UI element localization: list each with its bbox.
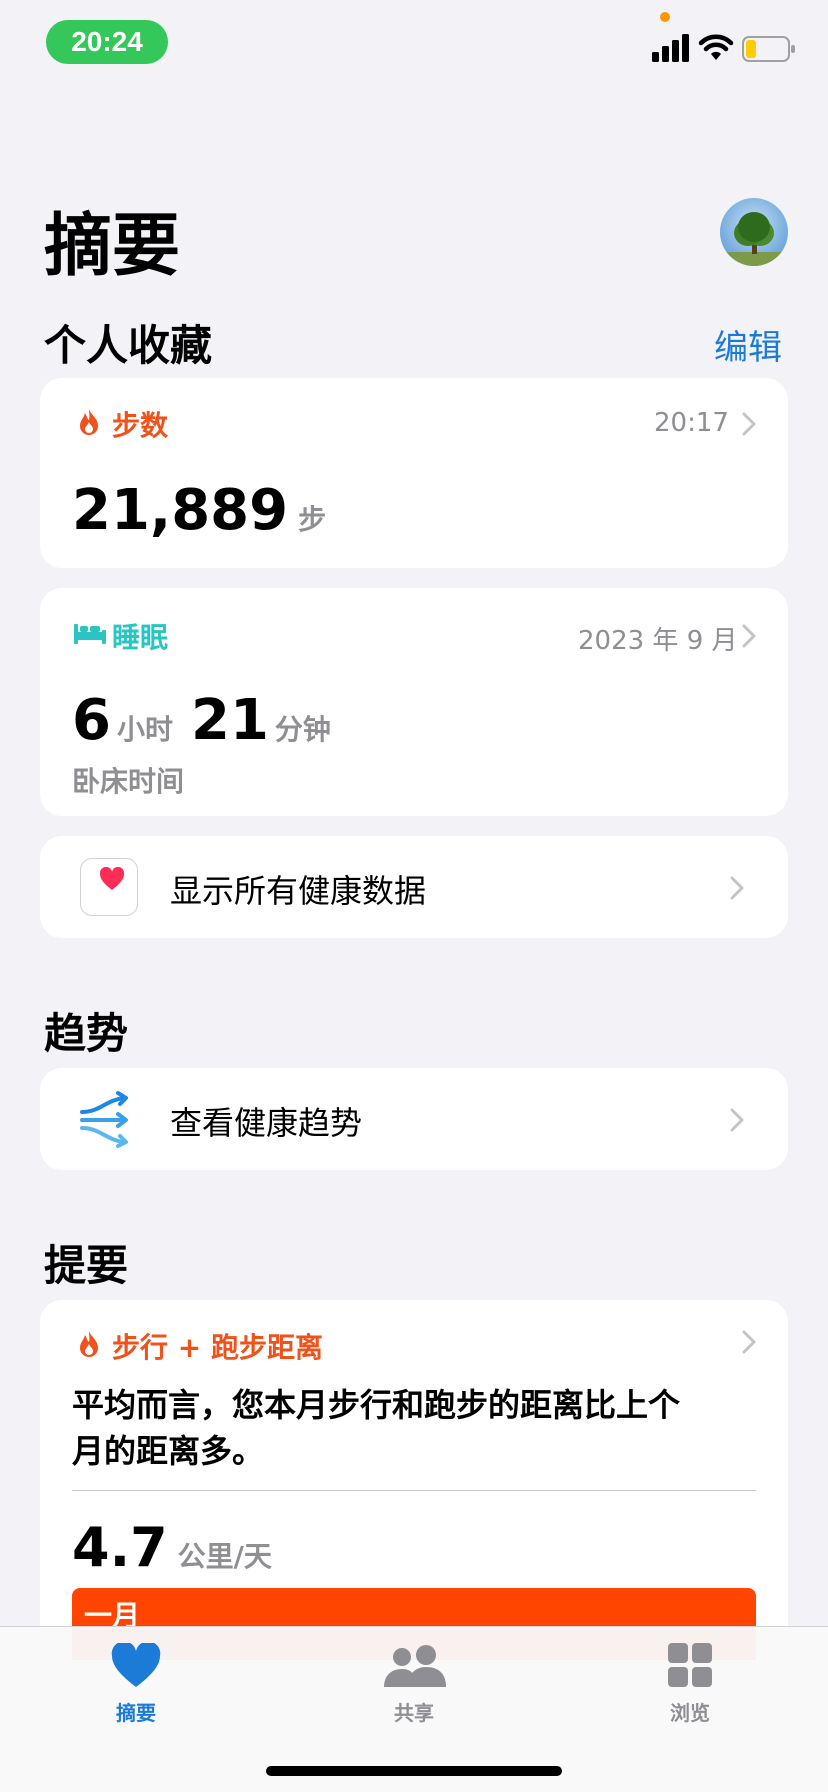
tab-sharing[interactable]: 共享 <box>374 1637 454 1727</box>
highlight-value: 4.7 <box>72 1516 168 1579</box>
chevron-right-icon <box>730 876 744 900</box>
trend-arrows-icon <box>80 1091 128 1148</box>
highlights-section-title: 提要 <box>44 1241 129 1290</box>
view-trends-row[interactable]: 查看健康趋势 <box>40 1068 788 1170</box>
highlight-description-line-1: 平均而言，您本月步行和跑步的距离比上个 <box>72 1386 681 1424</box>
sleep-minutes: 21 <box>190 688 269 753</box>
heart-icon <box>111 1643 161 1687</box>
bed-icon <box>74 624 106 644</box>
wifi-icon <box>698 34 734 60</box>
chevron-right-icon <box>742 1330 756 1354</box>
highlight-card[interactable]: 步行 + 跑步距离 平均而言，您本月步行和跑步的距离比上个 月的距离多。 4.7… <box>40 1300 788 1660</box>
show-all-label: 显示所有健康数据 <box>170 872 427 910</box>
privacy-indicator-dot <box>660 12 670 22</box>
home-indicator[interactable] <box>266 1766 562 1776</box>
tab-summary-label: 摘要 <box>116 1701 156 1725</box>
show-all-health-data-row[interactable]: 显示所有健康数据 <box>40 836 788 938</box>
battery-icon <box>742 36 795 62</box>
highlight-description: 平均而言，您本月步行和跑步的距离比上个 月的距离多。 <box>72 1382 762 1474</box>
tab-browse[interactable]: 浏览 <box>650 1637 730 1727</box>
health-heart-icon <box>80 858 138 916</box>
sleep-card[interactable]: 睡眠 2023 年 9 月 6 小时 21 分钟 卧床时间 <box>40 588 788 816</box>
steps-time: 20:17 <box>654 408 729 438</box>
tab-summary[interactable]: 摘要 <box>96 1637 176 1727</box>
view-trends-label: 查看健康趋势 <box>170 1104 363 1142</box>
steps-unit: 步 <box>298 503 327 536</box>
sleep-caption: 卧床时间 <box>72 765 185 798</box>
tab-sharing-label: 共享 <box>394 1701 434 1725</box>
chevron-right-icon <box>742 412 756 436</box>
favorites-section-title: 个人收藏 <box>44 321 213 370</box>
sleep-label: 睡眠 <box>112 621 169 654</box>
steps-label: 步数 <box>112 409 169 442</box>
edit-button[interactable]: 编辑 <box>714 320 782 369</box>
status-time: 20:24 <box>46 20 168 64</box>
highlight-label: 步行 + 跑步距离 <box>112 1331 323 1364</box>
sleep-date: 2023 年 9 月 <box>578 626 738 656</box>
tab-browse-label: 浏览 <box>670 1701 710 1725</box>
sleep-minutes-unit: 分钟 <box>274 713 331 746</box>
profile-avatar[interactable] <box>720 198 788 266</box>
highlight-unit: 公里/天 <box>177 1540 272 1573</box>
flame-icon <box>80 1331 98 1357</box>
flame-icon <box>80 409 98 435</box>
chevron-right-icon <box>730 1108 744 1132</box>
steps-value: 21,889 <box>72 478 289 543</box>
sleep-hours: 6 <box>72 688 111 753</box>
steps-card[interactable]: 步数 20:17 21,889 步 <box>40 378 788 568</box>
divider <box>72 1490 756 1491</box>
chevron-right-icon <box>742 624 756 648</box>
people-icon <box>384 1645 446 1687</box>
cellular-signal-icon <box>652 34 689 62</box>
grid-icon <box>668 1643 712 1687</box>
page-title: 摘要 <box>44 207 181 286</box>
trends-section-title: 趋势 <box>44 1009 129 1058</box>
highlight-description-line-2: 月的距离多。 <box>72 1432 265 1470</box>
sleep-hours-unit: 小时 <box>116 713 173 746</box>
